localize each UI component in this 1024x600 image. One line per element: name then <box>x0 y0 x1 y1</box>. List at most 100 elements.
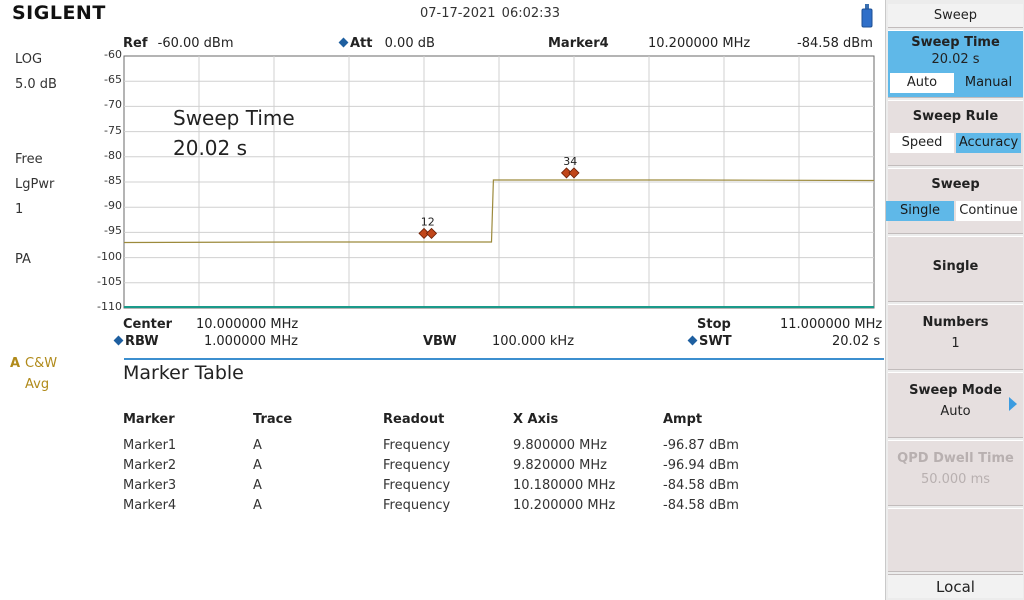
sweep-rule-accuracy[interactable]: Accuracy <box>956 133 1021 153</box>
marker-table-cell: -96.94 dBm <box>663 458 739 473</box>
sweep-mode-value: Auto <box>940 404 971 419</box>
sweep-rule-softkey[interactable]: Sweep Rule Speed Accuracy <box>888 100 1023 166</box>
marker-table-cell: Frequency <box>383 458 451 473</box>
marker-number-label: 34 <box>563 155 577 168</box>
chevron-right-icon <box>1009 397 1017 411</box>
datetime: 07-17-2021 06:02:33 <box>420 6 561 21</box>
swt-value: 20.02 s <box>832 334 881 349</box>
marker-table-cell: -84.58 dBm <box>663 478 739 493</box>
spectrum-svg: 12 34 <box>123 55 875 309</box>
marker-table-header: Trace <box>253 412 293 427</box>
sweep-time-annotation-value: 20.02 s <box>173 136 248 160</box>
swt-label: SWT <box>699 334 732 349</box>
qpd-dwell-value: 50.000 ms <box>920 472 991 487</box>
single-title: Single <box>932 259 979 274</box>
sweep-softkey[interactable]: Sweep Single Continue <box>886 168 1023 234</box>
sweep-rule-title: Sweep Rule <box>912 109 999 124</box>
marker-table-cell: A <box>253 458 262 473</box>
scale-per-div: 5.0 dB <box>15 77 57 92</box>
vbw-value[interactable]: 100.000 kHz <box>492 334 574 349</box>
ref-value: -60.00 dBm <box>157 36 234 51</box>
scale-type: LOG <box>15 52 43 67</box>
marker-table-cell: Frequency <box>383 498 451 513</box>
marker-table-cell: A <box>253 438 262 453</box>
center-label: Center <box>123 317 173 332</box>
trace-label[interactable]: A <box>10 356 20 371</box>
y-tick-label: -95 <box>104 224 122 238</box>
empty-softkey <box>888 508 1023 572</box>
sweep-time-annotation-label: Sweep Time <box>173 106 295 130</box>
att-label: Att <box>350 36 373 51</box>
sweep-single-option[interactable]: Single <box>886 201 954 221</box>
y-tick-label: -70 <box>104 98 122 112</box>
sweep-continue-option[interactable]: Continue <box>956 201 1021 221</box>
att-value: 0.00 dB <box>384 36 435 51</box>
marker-table-header: Readout <box>383 412 445 427</box>
marker-table-header: Marker <box>123 412 175 427</box>
marker-table-header: Ampt <box>663 412 703 427</box>
softkey-panel: Sweep Sweep Time 20.02 s Auto Manual Swe… <box>885 0 1024 600</box>
ref-label: Ref <box>123 36 148 51</box>
marker-table-title: Marker Table <box>123 362 244 384</box>
active-marker-ampt: -84.58 dBm <box>797 36 873 51</box>
attenuation[interactable]: Att 0.00 dB <box>338 36 435 51</box>
marker-number-label: 12 <box>421 215 435 228</box>
numbers-softkey[interactable]: Numbers 1 <box>888 304 1023 370</box>
marker-table-header: X Axis <box>513 412 559 427</box>
marker-table-cell: 10.180000 MHz <box>513 478 616 493</box>
vbw-label: VBW <box>423 334 457 349</box>
sweep-mode-softkey[interactable]: Sweep Mode Auto <box>888 372 1023 438</box>
y-tick-label: -65 <box>104 73 122 87</box>
single-softkey[interactable]: Single <box>888 236 1023 302</box>
y-tick-label: -100 <box>97 249 122 263</box>
qpd-dwell-softkey: QPD Dwell Time 50.000 ms <box>888 440 1023 506</box>
preamp-indicator: PA <box>15 252 31 267</box>
siglent-logo: SIGLENT <box>12 2 106 24</box>
y-tick-label: -90 <box>104 199 122 213</box>
marker-table-cell: Frequency <box>383 438 451 453</box>
trace-mode: C&W <box>25 356 58 371</box>
diamond-icon <box>338 37 349 48</box>
y-tick-label: -85 <box>104 174 122 187</box>
local-button[interactable]: Local <box>888 574 1023 598</box>
average-number: 1 <box>15 202 24 217</box>
marker-table-cell: -84.58 dBm <box>663 498 739 513</box>
marker-table-cell: A <box>253 478 262 493</box>
trace-type: Avg <box>25 377 50 392</box>
menu-title: Sweep <box>888 4 1023 28</box>
sweep-mode-title: Sweep Mode <box>909 383 1002 398</box>
y-tick-label: -110 <box>97 300 122 313</box>
ref-level[interactable]: Ref -60.00 dBm <box>123 36 234 51</box>
active-marker-label: Marker4 <box>548 36 609 51</box>
sweep-time-value: 20.02 s <box>931 52 980 67</box>
marker-table-cell: Marker1 <box>123 438 177 453</box>
rbw-value: 1.000000 MHz <box>204 334 298 349</box>
stop-freq[interactable]: 11.000000 MHz <box>780 317 882 332</box>
marker-table-cell: -96.87 dBm <box>663 438 739 453</box>
rbw[interactable]: RBW <box>113 334 159 349</box>
marker-table-cell: 10.200000 MHz <box>513 498 616 513</box>
marker-table-cell: 9.800000 MHz <box>513 438 607 453</box>
marker-table-cell: 9.820000 MHz <box>513 458 607 473</box>
swt[interactable]: SWT <box>687 334 732 349</box>
sweep-time-manual[interactable]: Manual <box>956 73 1021 93</box>
center-freq[interactable]: 10.000000 MHz <box>196 317 298 332</box>
numbers-title: Numbers <box>922 315 989 330</box>
spectrum-plot[interactable]: 12 34 <box>123 55 875 309</box>
usb-icon <box>861 4 873 28</box>
sweep-time-softkey[interactable]: Sweep Time 20.02 s Auto Manual <box>888 30 1023 98</box>
y-tick-label: -60 <box>104 48 122 61</box>
y-tick-label: -80 <box>104 148 122 162</box>
sweep-time-title: Sweep Time <box>911 35 1000 50</box>
numbers-value: 1 <box>951 336 960 351</box>
qpd-dwell-title: QPD Dwell Time <box>897 451 1014 466</box>
marker-table-cell: A <box>253 498 262 513</box>
sweep-rule-speed[interactable]: Speed <box>890 133 954 153</box>
stop-label: Stop <box>697 317 731 332</box>
diamond-icon <box>113 335 124 346</box>
marker-table-divider <box>124 358 884 360</box>
y-tick-label: -105 <box>97 274 122 288</box>
sweep-time-auto[interactable]: Auto <box>890 73 954 93</box>
detector-type: LgPwr <box>15 177 55 192</box>
trigger-mode: Free <box>15 152 43 167</box>
